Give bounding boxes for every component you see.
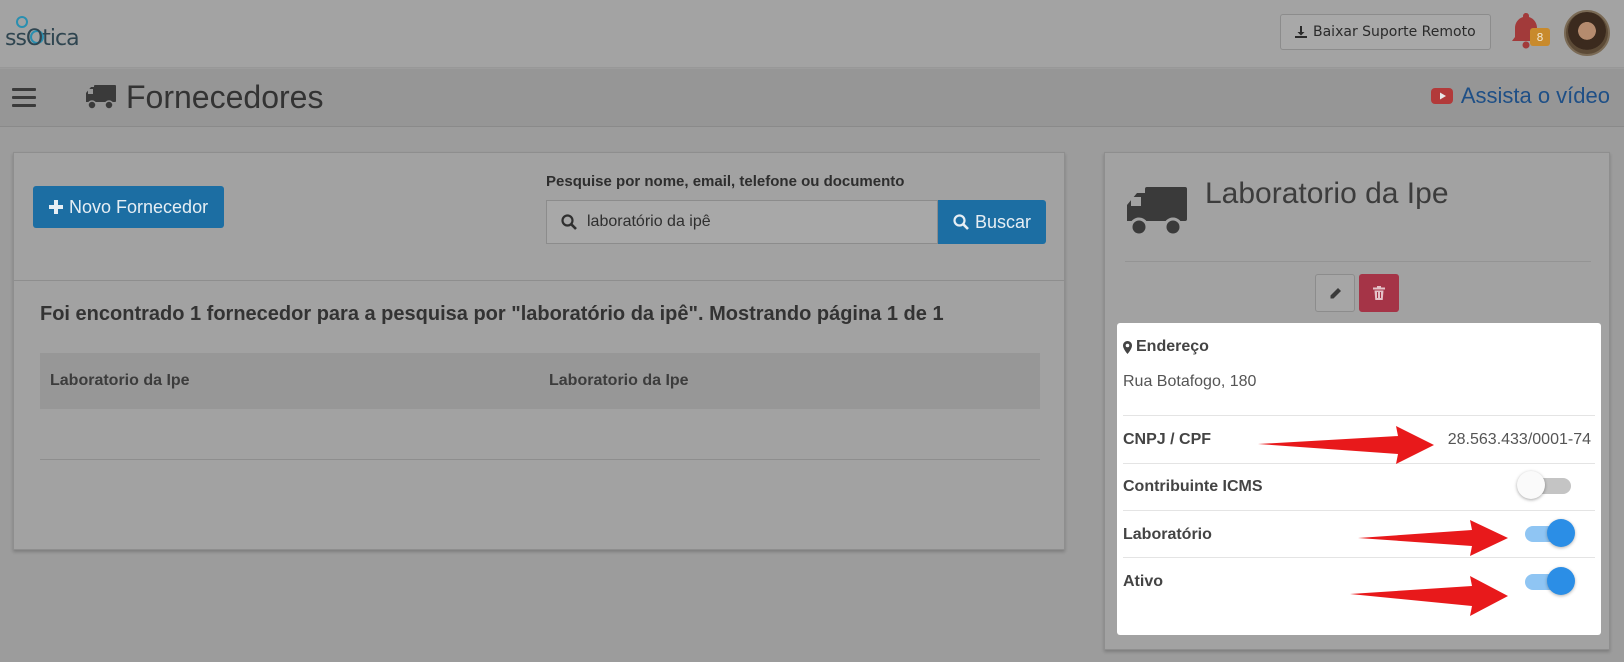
watch-video-link[interactable]: Assista o vídeo: [1430, 83, 1610, 109]
icms-label: Contribuinte ICMS: [1123, 478, 1263, 495]
search-button-label: Buscar: [974, 211, 1032, 232]
annotation-arrow-icon: [1358, 520, 1508, 556]
search-input-value: laboratório da ipê: [587, 213, 711, 230]
address-value: Rua Botafogo, 180: [1123, 373, 1257, 390]
address-label: Endereço: [1136, 338, 1209, 355]
active-label: Ativo: [1123, 573, 1163, 590]
download-icon: [1295, 26, 1307, 38]
search-button[interactable]: Buscar: [938, 200, 1046, 244]
results-summary: Foi encontrado 1 fornecedor para a pesqu…: [40, 303, 944, 325]
page-title-text: Fornecedores: [126, 78, 324, 115]
divider: [1123, 510, 1595, 511]
plus-icon: [49, 200, 63, 214]
menu-toggle-icon[interactable]: [12, 88, 36, 108]
address-heading: Endereço: [1123, 338, 1209, 356]
truck-icon: [86, 85, 116, 110]
active-toggle[interactable]: [1523, 567, 1575, 595]
pencil-icon: [1330, 287, 1341, 298]
annotation-arrow-icon: [1350, 576, 1508, 616]
divider: [14, 280, 1064, 281]
supplier-search-card: Novo Fornecedor Pesquise por nome, email…: [13, 152, 1065, 550]
supplier-title: Laboratorio da Ipe: [1205, 177, 1449, 210]
divider: [1123, 415, 1595, 416]
search-icon: [561, 214, 577, 230]
supplier-trade-name-cell: Laboratorio da Ipe: [549, 372, 689, 389]
new-supplier-button[interactable]: Novo Fornecedor: [33, 186, 225, 228]
laboratory-label: Laboratório: [1123, 526, 1212, 543]
document-value: 28.563.433/0001-74: [1447, 431, 1591, 448]
edit-button[interactable]: [1315, 274, 1355, 312]
delete-button[interactable]: [1359, 274, 1399, 312]
youtube-icon: [1430, 88, 1453, 104]
download-remote-support-button[interactable]: Baixar Suporte Remoto: [1280, 14, 1491, 50]
divider: [1125, 261, 1591, 262]
page-header: Fornecedores Assista o vídeo: [0, 69, 1624, 127]
map-marker-icon: [1123, 340, 1132, 354]
truck-icon: [1127, 187, 1187, 237]
new-supplier-label: Novo Fornecedor: [69, 196, 209, 217]
document-label: CNPJ / CPF: [1123, 431, 1212, 448]
supplier-name-cell: Laboratorio da Ipe: [50, 372, 190, 389]
page-title: Fornecedores: [84, 77, 323, 117]
notification-badge: 8: [1530, 28, 1550, 46]
annotation-arrow-icon: [1258, 426, 1434, 464]
divider: [40, 459, 1040, 460]
laboratory-toggle[interactable]: [1523, 519, 1575, 547]
user-avatar[interactable]: [1564, 10, 1610, 56]
watch-video-label: Assista o vídeo: [1460, 83, 1610, 108]
remote-support-label: Baixar Suporte Remoto: [1313, 24, 1476, 40]
trash-icon: [1373, 286, 1385, 300]
search-label: Pesquise por nome, email, telefone ou do…: [546, 173, 905, 190]
search-icon: [953, 214, 969, 230]
search-input[interactable]: laboratório da ipê: [546, 200, 938, 244]
top-bar: ssOtica Baixar Suporte Remoto 8: [0, 0, 1624, 68]
logo-text: ssOtica: [5, 26, 80, 51]
icms-toggle[interactable]: [1517, 471, 1575, 499]
table-row[interactable]: Laboratorio da Ipe Laboratorio da Ipe: [40, 353, 1040, 409]
